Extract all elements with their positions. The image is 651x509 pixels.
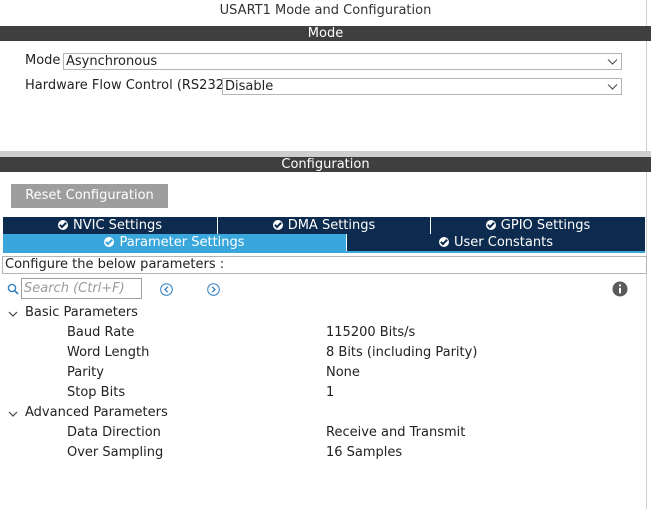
check-circle-icon xyxy=(485,220,496,230)
window-title: USART1 Mode and Configuration xyxy=(219,3,432,18)
param-name: Over Sampling xyxy=(67,445,164,460)
param-name: Word Length xyxy=(67,345,150,360)
tab-gpio-settings[interactable]: GPIO Settings xyxy=(431,217,645,234)
param-name: Parity xyxy=(67,365,104,380)
param-value[interactable]: None xyxy=(326,365,360,380)
tab-label: GPIO Settings xyxy=(500,218,591,233)
info-icon[interactable] xyxy=(612,281,628,297)
mode-section-header: Mode xyxy=(0,26,651,41)
configure-hint: Configure the below parameters : xyxy=(2,256,647,274)
param-value[interactable]: 115200 Bits/s xyxy=(326,325,415,340)
next-result-icon[interactable] xyxy=(207,283,220,296)
param-value[interactable]: Receive and Transmit xyxy=(326,425,465,440)
reset-configuration-button[interactable]: Reset Configuration xyxy=(11,184,168,208)
param-name: Baud Rate xyxy=(67,325,135,340)
window-edge xyxy=(646,0,647,509)
chevron-down-icon[interactable] xyxy=(8,309,18,319)
flow-control-value: Disable xyxy=(225,79,274,94)
param-value[interactable]: 16 Samples xyxy=(326,445,402,460)
tab-label: NVIC Settings xyxy=(73,218,162,233)
param-value[interactable]: 1 xyxy=(326,385,334,400)
check-circle-icon xyxy=(439,237,449,247)
search-icon xyxy=(7,283,19,295)
tab-nvic-settings[interactable]: NVIC Settings xyxy=(3,217,217,234)
param-name: Data Direction xyxy=(67,425,161,440)
param-name: Stop Bits xyxy=(67,385,126,400)
tab-label: DMA Settings xyxy=(287,218,376,233)
chevron-down-icon xyxy=(607,84,618,90)
chevron-down-icon xyxy=(607,59,618,65)
advanced-parameters-group[interactable]: Advanced Parameters xyxy=(25,405,168,420)
tab-user-constants[interactable]: User Constants xyxy=(347,234,645,251)
flow-control-label: Hardware Flow Control (RS232) xyxy=(25,78,230,93)
check-circle-icon xyxy=(272,220,283,230)
check-circle-icon xyxy=(58,220,68,230)
param-value[interactable]: 8 Bits (including Parity) xyxy=(326,345,477,360)
flow-control-select[interactable]: Disable xyxy=(222,78,622,95)
tab-underline xyxy=(3,251,645,253)
table-row[interactable]: Stop Bits 1 xyxy=(0,385,640,403)
configuration-section-header: Configuration xyxy=(0,157,651,172)
table-row[interactable]: Data Direction Receive and Transmit xyxy=(0,425,640,443)
chevron-down-icon[interactable] xyxy=(8,409,18,419)
basic-parameters-group[interactable]: Basic Parameters xyxy=(25,305,138,320)
tab-dma-settings[interactable]: DMA Settings xyxy=(218,217,430,234)
mode-select[interactable]: Asynchronous xyxy=(63,53,622,70)
tab-parameter-settings[interactable]: Parameter Settings xyxy=(3,234,346,251)
previous-result-icon[interactable] xyxy=(160,283,173,296)
mode-label: Mode xyxy=(25,53,61,68)
table-row[interactable]: Over Sampling 16 Samples xyxy=(0,445,640,463)
search-input[interactable]: Search (Ctrl+F) xyxy=(21,278,142,299)
table-row[interactable]: Parity None xyxy=(0,365,640,383)
table-row[interactable]: Word Length 8 Bits (including Parity) xyxy=(0,345,640,363)
check-circle-icon xyxy=(104,237,115,247)
tab-label: Parameter Settings xyxy=(119,235,245,250)
mode-value: Asynchronous xyxy=(66,54,158,69)
table-row[interactable]: Baud Rate 115200 Bits/s xyxy=(0,325,640,343)
tab-label: User Constants xyxy=(454,235,553,250)
